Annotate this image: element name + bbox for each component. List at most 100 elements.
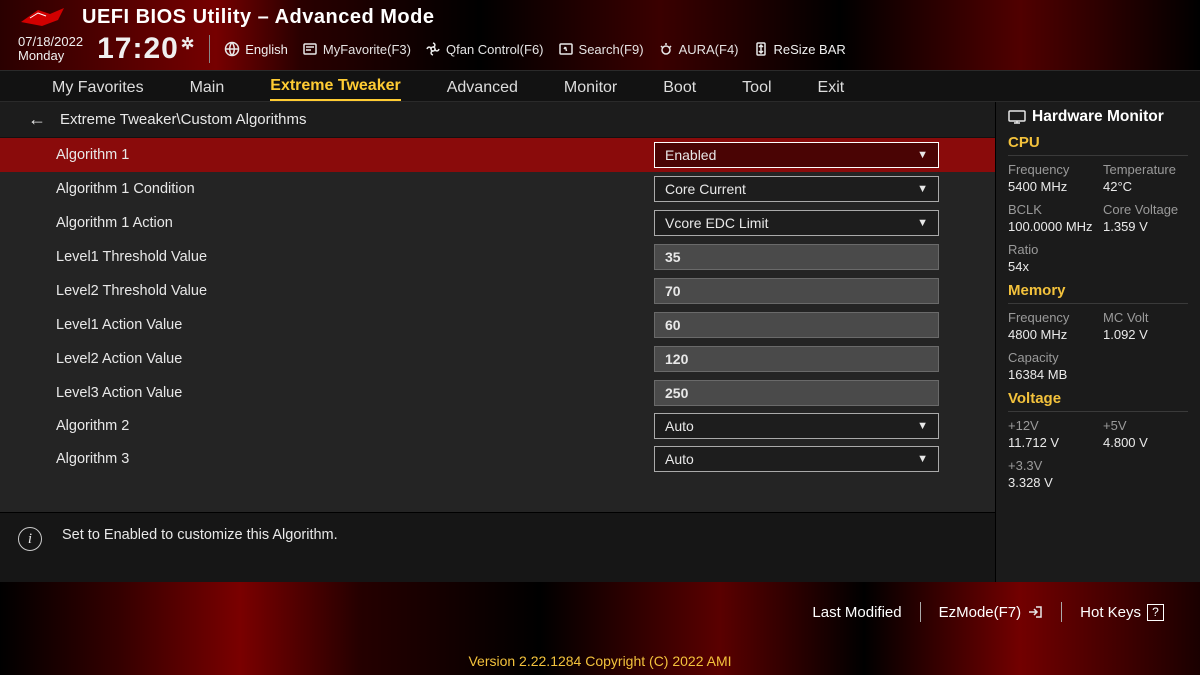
help-text: Set to Enabled to customize this Algorit… [62, 527, 338, 543]
text-input[interactable]: 70 [654, 278, 939, 304]
breadcrumb: Extreme Tweaker\Custom Algorithms [60, 111, 306, 128]
favorite-icon [302, 41, 318, 57]
text-input[interactable]: 120 [654, 346, 939, 372]
mem-section-title: Memory [1008, 280, 1188, 304]
setting-row[interactable]: Level1 Action Value60 [0, 308, 995, 342]
search-button[interactable]: Search(F9) [558, 41, 644, 57]
volt-33-value: 3.328 V [1008, 475, 1093, 490]
setting-value: Enabled [665, 147, 716, 163]
text-input[interactable]: 35 [654, 244, 939, 270]
date: 07/18/2022 [18, 35, 83, 49]
setting-value: 70 [665, 283, 681, 299]
mem-mcv-value: 1.092 V [1103, 327, 1188, 342]
fan-icon [425, 41, 441, 57]
settings-list: Algorithm 1Enabled▼Algorithm 1 Condition… [0, 138, 995, 512]
cpu-cv-value: 1.359 V [1103, 219, 1188, 234]
qfan-button[interactable]: Qfan Control(F6) [425, 41, 544, 57]
volt-33-label: +3.3V [1008, 458, 1093, 473]
mem-freq-label: Frequency [1008, 310, 1093, 325]
text-input[interactable]: 250 [654, 380, 939, 406]
setting-row[interactable]: Level2 Threshold Value 70 [0, 274, 995, 308]
help-panel: i Set to Enabled to customize this Algor… [0, 512, 995, 582]
dropdown[interactable]: Auto ▼ [654, 413, 939, 439]
text-input[interactable]: 60 [654, 312, 939, 338]
tab-main[interactable]: Main [190, 79, 225, 101]
chevron-down-icon: ▼ [917, 183, 928, 195]
hw-title: Hardware Monitor [1032, 108, 1164, 126]
day: Monday [18, 49, 83, 63]
tab-my-favorites[interactable]: My Favorites [52, 79, 144, 101]
setting-label: Algorithm 3 [56, 451, 654, 467]
setting-row[interactable]: Algorithm 1 Condition Core Current ▼ [0, 172, 995, 206]
tab-tool[interactable]: Tool [742, 79, 771, 101]
aura-button[interactable]: AURA(F4) [658, 41, 739, 57]
cpu-bclk-label: BCLK [1008, 202, 1093, 217]
tab-extreme-tweaker[interactable]: Extreme Tweaker [270, 77, 400, 101]
setting-row[interactable]: Algorithm 1 Enabled ▼ [0, 138, 995, 172]
setting-row[interactable]: Level3 Action Value250 [0, 376, 995, 410]
resize-icon [753, 41, 769, 57]
mem-cap-value: 16384 MB [1008, 367, 1093, 382]
last-modified-button[interactable]: Last Modified [812, 604, 901, 621]
setting-label: Algorithm 1 Action [56, 215, 654, 231]
cpu-freq-label: Frequency [1008, 162, 1093, 177]
tab-advanced[interactable]: Advanced [447, 79, 518, 101]
cpu-freq-value: 5400 MHz [1008, 179, 1093, 194]
chevron-down-icon: ▼ [917, 217, 928, 229]
cpu-section-title: CPU [1008, 132, 1188, 156]
search-box-icon [558, 41, 574, 57]
setting-value: Vcore EDC Limit [665, 215, 768, 231]
setting-label: Algorithm 1 Condition [56, 181, 654, 197]
chevron-down-icon: ▼ [917, 149, 928, 161]
tab-boot[interactable]: Boot [663, 79, 696, 101]
tab-bar: My Favorites Main Extreme Tweaker Advanced M… [0, 70, 1200, 102]
tab-monitor[interactable]: Monitor [564, 79, 617, 101]
dropdown[interactable]: Enabled ▼ [654, 142, 939, 168]
ezmode-button[interactable]: EzMode(F7) [939, 604, 1044, 621]
info-icon: i [18, 527, 42, 551]
setting-row[interactable]: Level1 Threshold Value35 [0, 240, 995, 274]
setting-row[interactable]: Level2 Action Value 120 [0, 342, 995, 376]
language-button[interactable]: English [224, 41, 288, 57]
date-block: 07/18/2022 Monday [18, 35, 83, 62]
setting-label: Level1 Threshold Value [56, 249, 654, 265]
setting-label: Level2 Action Value [56, 351, 654, 367]
resizebar-button[interactable]: ReSize BAR [753, 41, 846, 57]
version-text: Version 2.22.1284 Copyright (C) 2022 AMI [0, 653, 1200, 669]
hotkeys-button[interactable]: Hot Keys ? [1080, 604, 1164, 621]
header: UEFI BIOS Utility – Advanced Mode 07/18/… [0, 0, 1200, 70]
cpu-temp-value: 42°C [1103, 179, 1188, 194]
breadcrumb-row: ← Extreme Tweaker\Custom Algorithms [0, 102, 995, 138]
cpu-cv-label: Core Voltage [1103, 202, 1188, 217]
mem-cap-label: Capacity [1008, 350, 1093, 365]
setting-row[interactable]: Algorithm 1 Action Vcore EDC Limit ▼ [0, 206, 995, 240]
volt-section-title: Voltage [1008, 388, 1188, 412]
dropdown[interactable]: Auto ▼ [654, 446, 939, 472]
setting-value: Core Current [665, 181, 746, 197]
separator [209, 35, 210, 63]
setting-value: 120 [665, 351, 688, 367]
dropdown[interactable]: Core Current ▼ [654, 176, 939, 202]
volt-12-value: 11.712 V [1008, 435, 1093, 450]
tab-exit[interactable]: Exit [818, 79, 845, 101]
myfavorite-button[interactable]: MyFavorite(F3) [302, 41, 411, 57]
exit-icon [1027, 605, 1043, 619]
dropdown[interactable]: Vcore EDC Limit ▼ [654, 210, 939, 236]
chevron-down-icon: ▼ [917, 453, 928, 465]
setting-row[interactable]: Algorithm 3 Auto ▼ [0, 442, 995, 476]
app-title: UEFI BIOS Utility – Advanced Mode [82, 6, 434, 29]
setting-label: Algorithm 1 [56, 147, 654, 163]
setting-value: Auto [665, 451, 694, 467]
globe-icon [224, 41, 240, 57]
gear-icon[interactable]: ✲ [181, 34, 195, 54]
chevron-down-icon: ▼ [917, 420, 928, 432]
clock: 17:20 ✲ [97, 32, 195, 66]
setting-label: Level2 Threshold Value [56, 283, 654, 299]
setting-label: Level1 Action Value [56, 317, 654, 333]
setting-value: Auto [665, 418, 694, 434]
main-panel: ← Extreme Tweaker\Custom Algorithms Algo… [0, 102, 995, 582]
monitor-icon [1008, 110, 1026, 124]
footer: Last Modified EzMode(F7) Hot Keys ? Vers… [0, 582, 1200, 675]
setting-row[interactable]: Algorithm 2Auto▼ [0, 410, 995, 442]
back-arrow-icon[interactable]: ← [28, 109, 46, 130]
